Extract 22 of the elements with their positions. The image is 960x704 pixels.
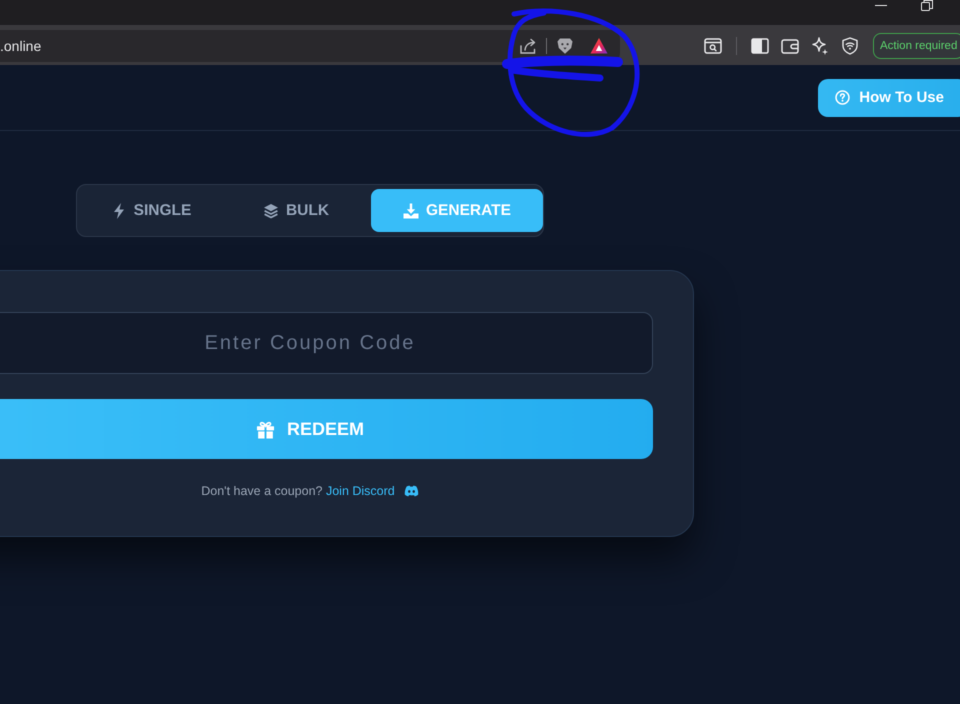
share-icon[interactable] (519, 37, 537, 55)
url-text: .online (0, 38, 42, 54)
shield-wifi-icon[interactable] (841, 37, 859, 55)
wallet-icon[interactable] (781, 37, 799, 55)
mode-tab[interactable]: BULK (225, 189, 367, 232)
layers-icon (262, 202, 279, 218)
help-icon (835, 90, 850, 105)
gift-icon (256, 420, 275, 438)
lion-head-icon[interactable] (556, 37, 574, 55)
triangle-icon[interactable] (590, 37, 608, 55)
download-icon (403, 202, 419, 218)
mode-tab[interactable]: SINGLE (81, 189, 221, 232)
window-search-icon[interactable] (704, 37, 722, 55)
sidebar-icon[interactable] (751, 37, 769, 55)
discord-prompt: Don't have a coupon? Join Discord (0, 484, 653, 498)
sparkle-icon[interactable] (811, 37, 829, 55)
address-field[interactable]: .online (0, 30, 620, 62)
join-discord-link[interactable]: Join Discord (326, 484, 419, 498)
restore-icon[interactable] (921, 0, 933, 11)
coupon-code-field[interactable]: Enter Coupon Code (0, 312, 653, 374)
action-required-badge[interactable]: Action required (873, 33, 960, 59)
discord-icon (404, 485, 419, 497)
